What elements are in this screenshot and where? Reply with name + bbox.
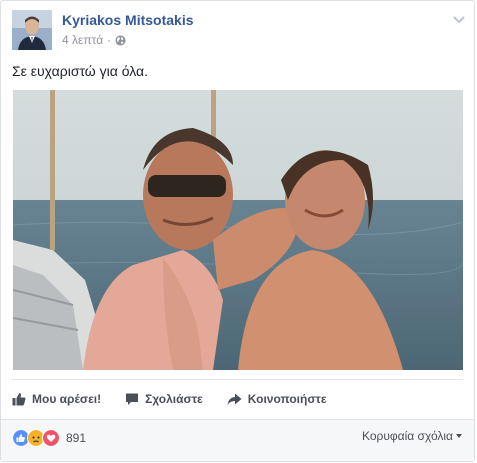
like-label: Μου αρέσει! <box>32 392 102 406</box>
author-name[interactable]: Kyriakos Mitsotakis <box>62 12 194 28</box>
share-label: Κοινοποιήστε <box>247 392 327 406</box>
post-timestamp[interactable]: 4 λεπτά <box>62 33 103 47</box>
post-card: Kyriakos Mitsotakis 4 λεπτά · Σε ευχαρισ… <box>0 0 475 462</box>
like-button[interactable]: Μου αρέσει! <box>12 392 101 406</box>
post-meta: 4 λεπτά · <box>62 33 126 47</box>
post-header: Kyriakos Mitsotakis 4 λεπτά · <box>12 10 466 52</box>
share-button[interactable]: Κοινοποιήστε <box>227 392 327 406</box>
avatar[interactable] <box>12 10 52 50</box>
comment-icon <box>126 393 139 405</box>
chevron-down-icon[interactable] <box>452 12 466 24</box>
love-reaction-icon <box>42 429 60 447</box>
reaction-count: 891 <box>66 431 87 445</box>
reactions-summary[interactable]: 891 <box>12 429 86 447</box>
post-photo[interactable] <box>13 90 463 370</box>
comment-button[interactable]: Σχολιάστε <box>125 392 203 406</box>
comment-sort-dropdown[interactable]: Κορυφαία σχόλια <box>362 429 462 443</box>
comment-label: Σχολιάστε <box>145 392 203 406</box>
globe-icon[interactable] <box>115 34 126 46</box>
share-arrow-icon <box>227 393 242 405</box>
post-text: Σε ευχαριστώ για όλα. <box>12 63 149 79</box>
caret-down-icon <box>456 434 462 438</box>
comment-sort-label: Κορυφαία σχόλια <box>361 429 453 443</box>
post-footer: 891 Κορυφαία σχόλια <box>1 419 474 461</box>
thumbs-up-icon <box>12 393 26 406</box>
meta-separator: · <box>107 33 112 47</box>
post-actions: Μου αρέσει! Σχολιάστε Κοινοποιήστε <box>12 379 463 418</box>
